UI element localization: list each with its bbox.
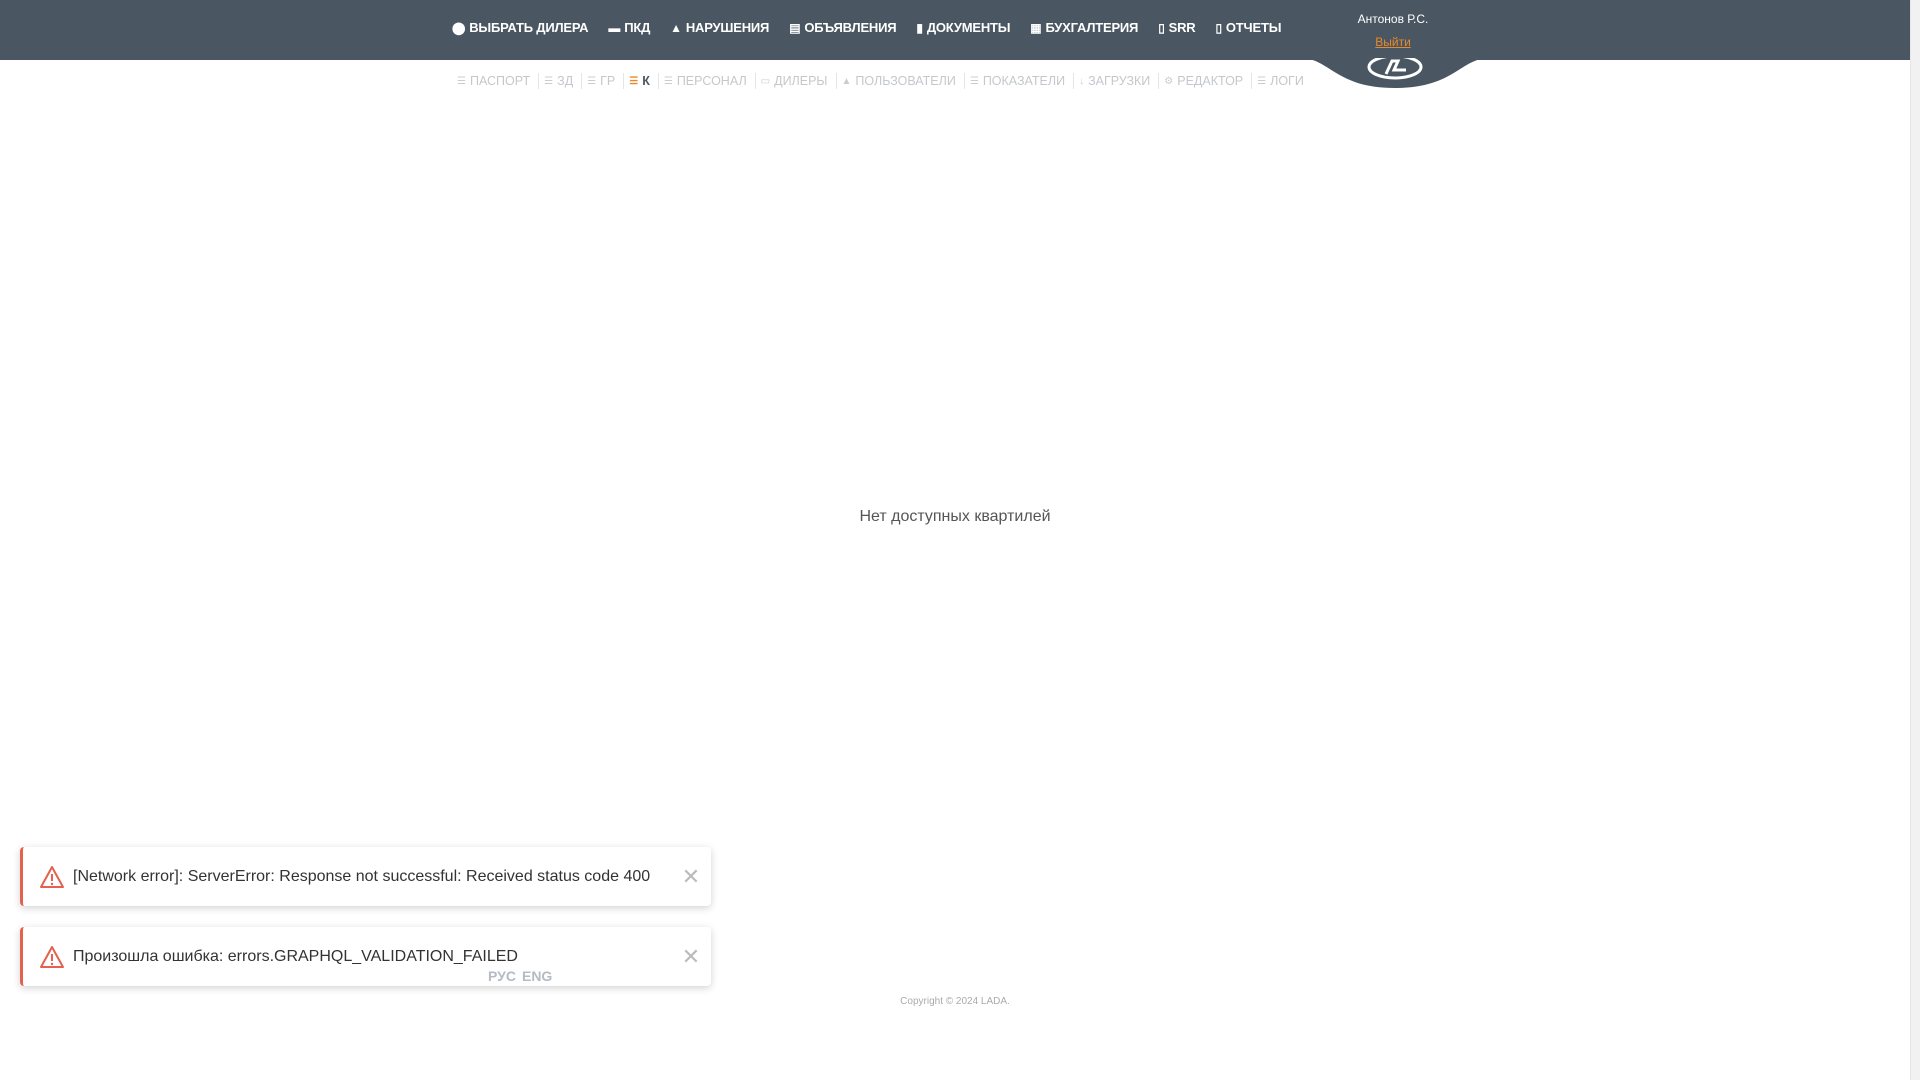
subnav-personnel[interactable]: ☰ ПЕРСОНАЛ — [659, 73, 756, 89]
subnav-users[interactable]: ▲ ПОЛЬЗОВАТЕЛИ — [837, 73, 965, 89]
user-name: Антонов Р.С. — [1357, 12, 1429, 26]
subnav-indicators[interactable]: ☰ ПОКАЗАТЕЛИ — [965, 73, 1075, 89]
subnav-label: ПЕРСОНАЛ — [676, 74, 747, 88]
sub-nav: ☰ ПАСПОРТ ☰ ЗД ☰ ГР ☰ К ☰ ПЕРСОНАЛ ▭ ДИЛЕРЫ ▲ П… — [452, 73, 1312, 89]
subnav-dealers[interactable]: ▭ ДИЛЕРЫ — [756, 73, 837, 89]
warning-icon — [40, 865, 64, 888]
nav-label: ОБЪЯВЛЕНИЯ — [804, 20, 897, 35]
close-icon[interactable]: ✕ — [671, 944, 711, 970]
subnav-gr[interactable]: ☰ ГР — [582, 73, 625, 89]
scrollbar[interactable] — [1910, 0, 1920, 1080]
nav-label: SRR — [1168, 20, 1196, 35]
map-pin-icon: ⬤ — [452, 20, 466, 35]
error-toast: Произошла ошибка: errors.GRAPHQL_VALIDAT… — [20, 927, 711, 986]
nav-label: ДОКУМЕНТЫ — [926, 20, 1011, 35]
document-icon: ▮ — [916, 20, 923, 35]
list-icon: ☰ — [587, 75, 597, 87]
warning-icon: ▲ — [670, 20, 682, 35]
empty-message: Нет доступных квартилей — [859, 508, 1051, 525]
language-switcher: РУС ENG — [488, 968, 558, 984]
nav-reports[interactable]: ▯ ОТЧЕТЫ — [1215, 20, 1281, 35]
list-icon: ☰ — [1257, 75, 1267, 87]
top-nav: ⬤ ВЫБРАТЬ ДИЛЕРА ▬ ПКД ▲ НАРУШЕНИЯ ▤ ОБЪЯВЛЕ… — [452, 20, 1301, 35]
list-icon: ☰ — [544, 75, 554, 87]
user-icon: ▲ — [841, 75, 852, 87]
nav-violations[interactable]: ▲ НАРУШЕНИЯ — [670, 20, 769, 35]
car-icon: ▭ — [760, 75, 771, 87]
subnav-k[interactable]: ☰ К — [624, 73, 659, 89]
nav-label: ВЫБРАТЬ ДИЛЕРА — [469, 20, 589, 35]
subnav-label: РЕДАКТОР — [1177, 74, 1244, 88]
nav-srr[interactable]: ▯ SRR — [1158, 20, 1195, 35]
subnav-label: ЗАГРУЗКИ — [1088, 74, 1151, 88]
subnav-label: ЗД — [557, 74, 574, 88]
announcement-icon: ▤ — [789, 20, 801, 35]
header: ⬤ ВЫБРАТЬ ДИЛЕРА ▬ ПКД ▲ НАРУШЕНИЯ ▤ ОБЪЯВЛЕ… — [0, 0, 1910, 60]
subnav-label: ДИЛЕРЫ — [774, 74, 828, 88]
subnav-label: ПОЛЬЗОВАТЕЛИ — [855, 74, 956, 88]
lada-logo[interactable] — [1300, 54, 1490, 90]
list-icon: ☰ — [629, 75, 639, 87]
toast-message: Произошла ошибка: errors.GRAPHQL_VALIDAT… — [73, 947, 518, 965]
download-icon: ↓ — [1079, 75, 1085, 87]
nav-accounting[interactable]: ▦ БУХГАЛТЕРИЯ — [1030, 20, 1138, 35]
gear-icon: ⚙ — [1164, 75, 1174, 87]
nav-label: ОТЧЕТЫ — [1225, 20, 1282, 35]
nav-select-dealer[interactable]: ⬤ ВЫБРАТЬ ДИЛЕРА — [452, 20, 589, 35]
report-icon: ▯ — [1158, 20, 1165, 35]
subnav-editor[interactable]: ⚙ РЕДАКТОР — [1159, 73, 1253, 89]
toast-message: [Network error]: ServerError: Response n… — [73, 867, 651, 885]
copyright: Copyright © 2024 LADA. — [900, 996, 1010, 1007]
lang-ru[interactable]: РУС — [488, 968, 516, 984]
list-icon: ☰ — [457, 75, 466, 87]
folder-icon: ▬ — [608, 20, 621, 35]
subnav-label: ГР — [600, 74, 616, 88]
nav-label: НАРУШЕНИЯ — [685, 20, 770, 35]
close-icon[interactable]: ✕ — [671, 864, 711, 890]
subnav-logs[interactable]: ☰ ЛОГИ — [1252, 73, 1312, 89]
subnav-label: ПАСПОРТ — [469, 74, 531, 88]
list-icon: ☰ — [663, 75, 673, 87]
lang-en[interactable]: ENG — [522, 968, 552, 984]
subnav-label: ЛОГИ — [1270, 74, 1304, 88]
calculator-icon: ▦ — [1030, 20, 1042, 35]
subnav-downloads[interactable]: ↓ ЗАГРУЗКИ — [1074, 73, 1160, 89]
warning-icon — [40, 945, 64, 968]
subnav-label: ПОКАЗАТЕЛИ — [982, 74, 1066, 88]
subnav-passport[interactable]: ☰ ПАСПОРТ — [452, 73, 540, 89]
user-panel: Антонов Р.С. Выйти — [1330, 0, 1456, 51]
error-toast: [Network error]: ServerError: Response n… — [20, 847, 711, 906]
report-icon: ▯ — [1215, 20, 1222, 35]
list-icon: ☰ — [969, 75, 979, 87]
subnav-zd[interactable]: ☰ ЗД — [539, 73, 583, 89]
logout-link[interactable]: Выйти — [1375, 35, 1411, 49]
nav-pkd[interactable]: ▬ ПКД — [608, 20, 650, 35]
subnav-label: К — [642, 74, 650, 88]
nav-documents[interactable]: ▮ ДОКУМЕНТЫ — [916, 20, 1010, 35]
nav-announcements[interactable]: ▤ ОБЪЯВЛЕНИЯ — [789, 20, 896, 35]
nav-label: ПКД — [624, 20, 651, 35]
nav-label: БУХГАЛТЕРИЯ — [1045, 20, 1139, 35]
